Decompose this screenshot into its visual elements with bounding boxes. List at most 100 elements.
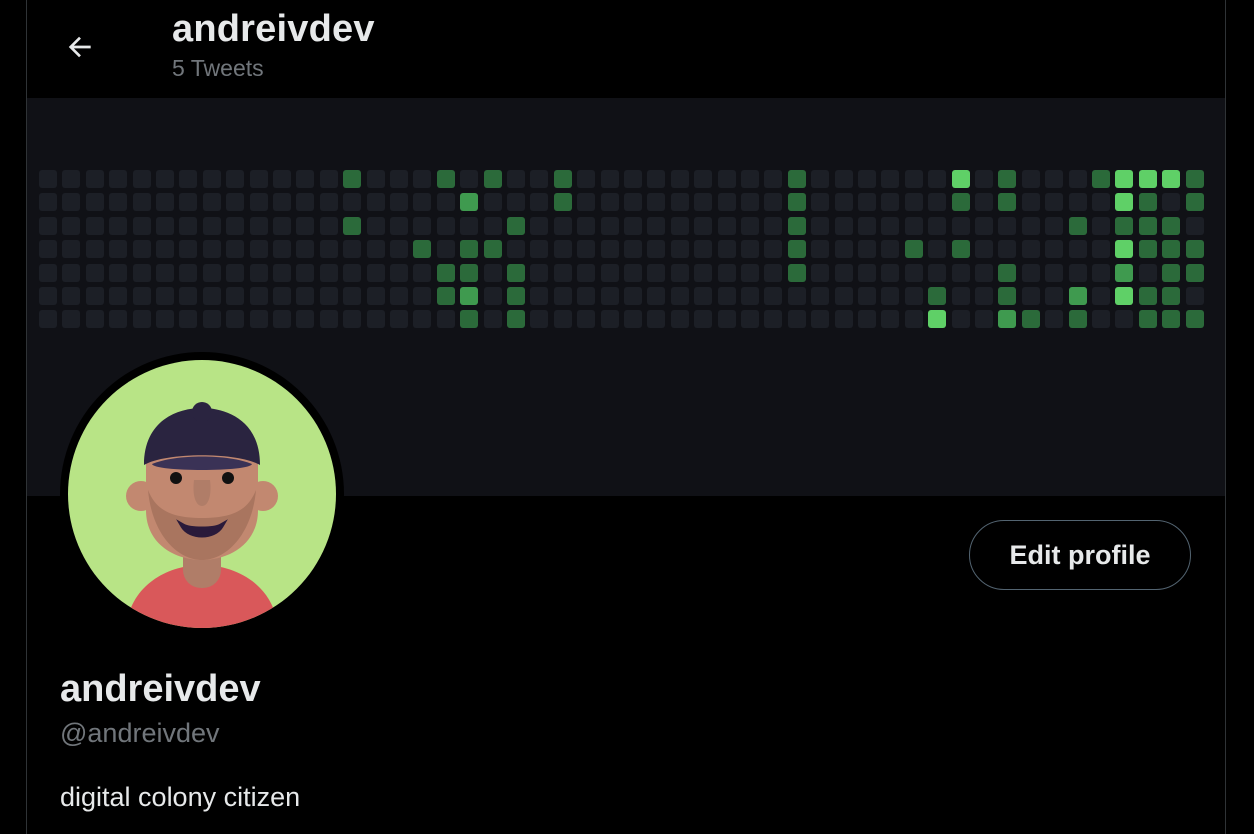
contribution-cell [319, 193, 338, 212]
contribution-cell [296, 216, 315, 235]
contribution-cell [507, 287, 525, 305]
contribution-cell [951, 310, 970, 329]
contribution-cell [553, 170, 572, 188]
contribution-cell [1021, 216, 1040, 235]
contribution-cell [1068, 263, 1087, 282]
profile-handle: @andreivdev [60, 718, 220, 748]
contribution-cell [85, 170, 104, 188]
contribution-cell [1138, 170, 1157, 188]
contribution-cell [647, 240, 666, 259]
contribution-cell [1162, 216, 1181, 235]
contribution-cell [998, 263, 1017, 282]
contribution-cell [109, 240, 128, 259]
contribution-cell [156, 193, 174, 212]
contribution-cell [319, 287, 338, 305]
contribution-cell [600, 193, 619, 212]
contribution-cell [647, 287, 666, 305]
contribution-cell [764, 170, 783, 188]
contribution-cell [179, 310, 198, 329]
contribution-cell [39, 170, 57, 188]
contribution-cell [858, 216, 876, 235]
contribution-cell [787, 193, 806, 212]
contribution-cell [1092, 240, 1110, 259]
contribution-cell [811, 170, 830, 188]
contribution-cell [1021, 240, 1040, 259]
contribution-cell [483, 240, 502, 259]
profile-column: andreivdev 5 Tweets Edit profile andreiv… [26, 0, 1226, 834]
contribution-cell [179, 263, 198, 282]
contribution-cell [530, 240, 549, 259]
edit-profile-button[interactable]: Edit profile [969, 520, 1191, 590]
contribution-cell [460, 170, 479, 188]
contribution-cell [202, 310, 221, 329]
contribution-cell [975, 193, 993, 212]
contribution-cell [998, 287, 1017, 305]
contribution-cell [413, 170, 432, 188]
contribution-cell [881, 216, 900, 235]
contribution-cell [1162, 287, 1181, 305]
contribution-cell [928, 287, 947, 305]
contribution-cell [694, 263, 713, 282]
contribution-cell [834, 287, 853, 305]
contribution-cell [530, 193, 549, 212]
contribution-cell [226, 193, 245, 212]
contribution-cell [553, 240, 572, 259]
contribution-cell [226, 263, 245, 282]
contribution-cell [390, 170, 408, 188]
contribution-cell [764, 287, 783, 305]
contribution-cell [1185, 287, 1204, 305]
contribution-cell [811, 216, 830, 235]
contribution-cell [624, 240, 642, 259]
profile-avatar[interactable] [60, 352, 344, 636]
contribution-cell [413, 240, 432, 259]
contribution-cell [1092, 216, 1110, 235]
contribution-cell [1045, 216, 1064, 235]
contribution-cell [600, 310, 619, 329]
contribution-cell [764, 263, 783, 282]
contribution-cell [553, 216, 572, 235]
contribution-cell [694, 170, 713, 188]
contribution-cell [436, 310, 455, 329]
contribution-cell [858, 310, 876, 329]
contribution-cell [156, 310, 174, 329]
contribution-cell [670, 216, 689, 235]
contribution-cell [694, 240, 713, 259]
contribution-cell [296, 310, 315, 329]
contribution-cell [366, 263, 385, 282]
contribution-cell [1115, 193, 1134, 212]
back-button[interactable] [55, 22, 105, 72]
contribution-cell [1138, 216, 1157, 235]
contribution-cell [647, 193, 666, 212]
contribution-cell [390, 240, 408, 259]
contribution-cell [249, 310, 268, 329]
contribution-cell [366, 193, 385, 212]
contribution-cell [858, 240, 876, 259]
contribution-cell [202, 216, 221, 235]
contribution-cell [881, 287, 900, 305]
contribution-cell [624, 193, 642, 212]
contribution-cell [156, 287, 174, 305]
contribution-cell [507, 216, 525, 235]
contribution-cell [507, 263, 525, 282]
contribution-cell [390, 287, 408, 305]
contribution-cell [1185, 240, 1204, 259]
contribution-cell [834, 310, 853, 329]
contribution-cell [343, 170, 362, 188]
contribution-cell [390, 310, 408, 329]
contribution-cell [904, 170, 923, 188]
contribution-cell [553, 263, 572, 282]
profile-display-name: andreivdev [60, 668, 261, 710]
contribution-cell [436, 193, 455, 212]
contribution-cell [62, 193, 81, 212]
contribution-cell [694, 287, 713, 305]
contribution-cell [530, 170, 549, 188]
contribution-cell [273, 193, 291, 212]
contribution-cell [600, 216, 619, 235]
arrow-left-icon [68, 36, 91, 58]
contribution-cell [928, 240, 947, 259]
contribution-cell [600, 287, 619, 305]
contribution-cell [85, 193, 104, 212]
contribution-cell [1068, 216, 1087, 235]
contribution-cell [670, 287, 689, 305]
contribution-cell [202, 263, 221, 282]
